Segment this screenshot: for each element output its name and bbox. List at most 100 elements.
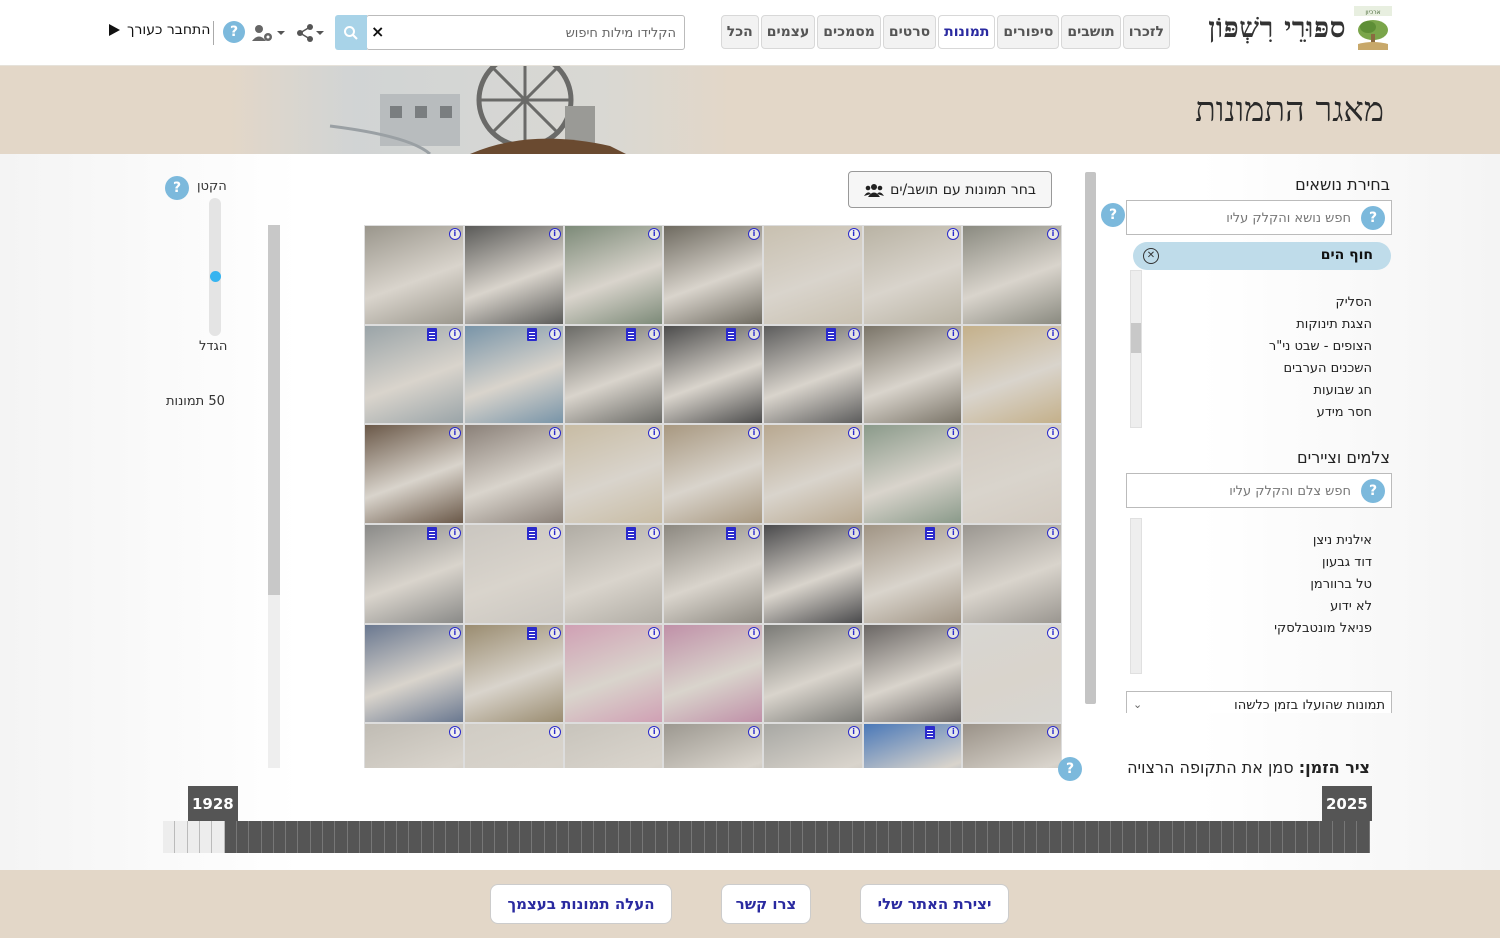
timeline-year-cell[interactable] bbox=[840, 821, 853, 853]
timeline-year-cell[interactable] bbox=[323, 821, 336, 853]
timeline-year-cell[interactable] bbox=[815, 821, 828, 853]
info-icon[interactable]: i bbox=[947, 427, 960, 440]
info-icon[interactable]: i bbox=[548, 327, 561, 340]
nav-tab-objects[interactable]: עצמים bbox=[760, 15, 816, 49]
photo-thumbnail[interactable]: i bbox=[563, 225, 664, 325]
timeline-year-cell[interactable] bbox=[1357, 821, 1370, 853]
photo-thumbnail[interactable]: i bbox=[364, 623, 464, 724]
timeline-year-cell[interactable] bbox=[729, 821, 742, 853]
timeline-year-cell[interactable] bbox=[1258, 821, 1272, 853]
photo-thumbnail[interactable]: i bbox=[962, 324, 1062, 425]
timeline-year-cell[interactable] bbox=[384, 821, 397, 853]
login-button[interactable]: התחבר כעורך bbox=[107, 22, 210, 38]
list-item[interactable]: לא ידוע bbox=[1142, 596, 1372, 618]
photo-thumbnail[interactable]: i bbox=[762, 225, 863, 325]
list-item[interactable]: חסר מידע bbox=[1142, 402, 1372, 424]
timeline-year-cell[interactable] bbox=[199, 821, 213, 853]
timeline-year-cell[interactable] bbox=[544, 821, 557, 853]
photo-thumbnail[interactable]: i bbox=[862, 225, 963, 325]
timeline-year-cell[interactable] bbox=[926, 821, 939, 853]
zoom-slider[interactable] bbox=[209, 198, 221, 336]
timeline-year-cell[interactable] bbox=[593, 821, 607, 853]
timeline-year-cell[interactable] bbox=[1271, 821, 1284, 853]
search-button[interactable] bbox=[335, 15, 367, 50]
timeline-year-cell[interactable] bbox=[1184, 821, 1198, 853]
selected-topic-chip[interactable]: חוף הים ✕ bbox=[1133, 242, 1391, 270]
photo-thumbnail[interactable]: i bbox=[663, 324, 763, 425]
photo-thumbnail[interactable]: i bbox=[463, 424, 564, 525]
timeline-start-year[interactable]: 1928 bbox=[188, 786, 238, 821]
timeline-year-cell[interactable] bbox=[1221, 821, 1235, 853]
zoom-help-icon[interactable]: ? bbox=[165, 176, 189, 200]
timeline-year-cell[interactable] bbox=[901, 821, 915, 853]
document-icon[interactable] bbox=[725, 327, 736, 341]
topics-help-icon[interactable]: ? bbox=[1101, 203, 1125, 227]
document-icon[interactable] bbox=[526, 527, 537, 541]
info-icon[interactable]: i bbox=[847, 626, 860, 639]
timeline-year-cell[interactable] bbox=[1024, 821, 1038, 853]
info-icon[interactable]: i bbox=[448, 327, 461, 340]
list-item[interactable]: דוד גבעון bbox=[1142, 552, 1372, 574]
search-input[interactable] bbox=[396, 22, 676, 44]
photo-thumbnail[interactable]: i bbox=[463, 723, 564, 768]
info-icon[interactable]: i bbox=[1047, 228, 1059, 240]
info-icon[interactable]: i bbox=[947, 626, 960, 639]
timeline-end-year[interactable]: 2025 bbox=[1322, 786, 1372, 821]
document-icon[interactable] bbox=[426, 327, 437, 341]
document-icon[interactable] bbox=[626, 327, 637, 341]
info-icon[interactable]: i bbox=[448, 626, 461, 639]
info-icon[interactable]: i bbox=[747, 527, 760, 540]
timeline-year-cell[interactable] bbox=[396, 821, 410, 853]
timeline-year-cell[interactable] bbox=[741, 821, 754, 853]
timeline-year-cell[interactable] bbox=[1135, 821, 1148, 853]
timeline-year-cell[interactable] bbox=[236, 821, 250, 853]
timeline-year-cell[interactable] bbox=[717, 821, 730, 853]
timeline-year-cell[interactable] bbox=[421, 821, 434, 853]
timeline-year-cell[interactable] bbox=[827, 821, 841, 853]
photo-thumbnail[interactable]: i bbox=[563, 424, 664, 525]
topics-scroll-thumb[interactable] bbox=[1131, 323, 1141, 353]
info-icon[interactable]: i bbox=[947, 527, 960, 540]
list-item[interactable]: הצופים - שבט ני"ר bbox=[1142, 336, 1372, 358]
photo-thumbnail[interactable]: i bbox=[862, 623, 963, 724]
photo-thumbnail[interactable]: i bbox=[862, 524, 963, 624]
timeline-year-cell[interactable] bbox=[298, 821, 311, 853]
info-icon[interactable]: i bbox=[1047, 427, 1059, 440]
info-icon[interactable]: i bbox=[847, 327, 860, 340]
photo-thumbnail[interactable]: i bbox=[762, 524, 863, 624]
site-logo[interactable]: ארכיון ספּוּרֵי רִשְׁפּוֹן bbox=[1208, 6, 1392, 50]
timeline-year-cell[interactable] bbox=[1308, 821, 1321, 853]
timeline-year-cell[interactable] bbox=[1332, 821, 1345, 853]
info-icon[interactable]: i bbox=[847, 427, 860, 440]
info-icon[interactable]: i bbox=[747, 228, 760, 240]
timeline-year-cell[interactable] bbox=[581, 821, 594, 853]
info-icon[interactable]: i bbox=[1047, 327, 1059, 340]
document-icon[interactable] bbox=[925, 527, 936, 541]
info-icon[interactable]: i bbox=[548, 427, 561, 440]
timeline-year-cell[interactable] bbox=[187, 821, 200, 853]
list-item[interactable]: חג שבועות bbox=[1142, 380, 1372, 402]
photo-thumbnail[interactable]: i bbox=[663, 524, 763, 624]
nav-tab-documents[interactable]: מסמכים bbox=[817, 15, 881, 49]
nav-tab-memorial[interactable]: לזכרו bbox=[1122, 15, 1170, 49]
timeline-year-cell[interactable] bbox=[680, 821, 693, 853]
timeline-year-cell[interactable] bbox=[1000, 821, 1013, 853]
timeline-year-cell[interactable] bbox=[618, 821, 631, 853]
timeline-year-cell[interactable] bbox=[754, 821, 767, 853]
document-icon[interactable] bbox=[725, 527, 736, 541]
timeline-bar[interactable] bbox=[163, 821, 1370, 853]
timeline-year-cell[interactable] bbox=[790, 821, 804, 853]
timeline-year-cell[interactable] bbox=[372, 821, 385, 853]
share-menu[interactable] bbox=[296, 22, 324, 44]
photo-thumbnail[interactable]: i bbox=[364, 723, 464, 768]
zoom-slider-handle[interactable] bbox=[210, 271, 221, 282]
timeline-year-cell[interactable] bbox=[1295, 821, 1309, 853]
document-icon[interactable] bbox=[526, 626, 537, 640]
timeline-year-cell[interactable] bbox=[409, 821, 422, 853]
info-icon[interactable]: i bbox=[648, 327, 661, 340]
timeline-year-cell[interactable] bbox=[1111, 821, 1124, 853]
timeline-year-cell[interactable] bbox=[212, 821, 225, 853]
timeline-year-cell[interactable] bbox=[335, 821, 348, 853]
photo-thumbnail[interactable]: i bbox=[463, 225, 564, 325]
photo-thumbnail[interactable]: i bbox=[962, 225, 1062, 325]
